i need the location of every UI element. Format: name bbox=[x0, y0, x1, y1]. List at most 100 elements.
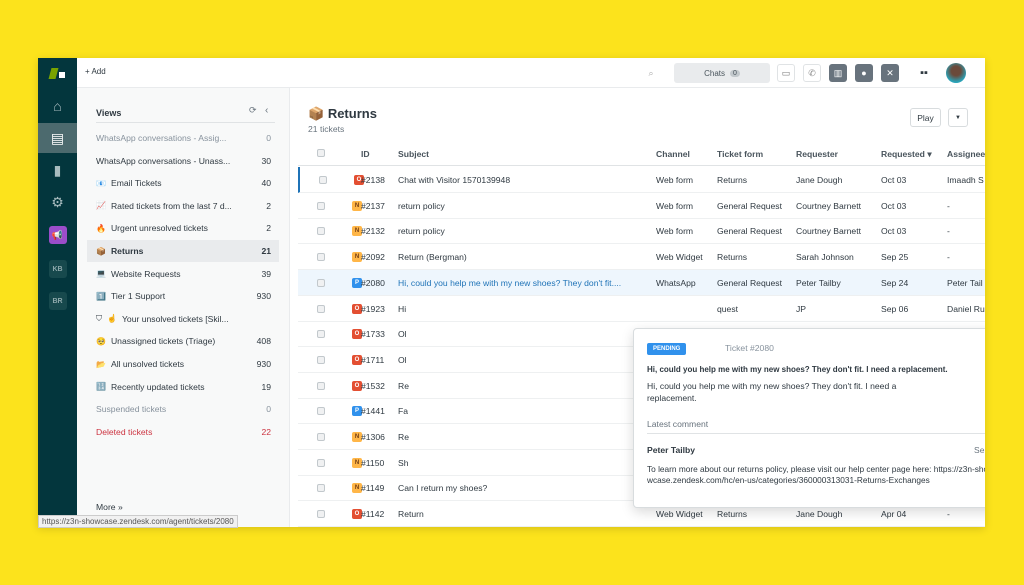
row-checkbox[interactable] bbox=[317, 304, 325, 313]
admin-gear-icon[interactable]: ⚙ bbox=[38, 187, 77, 217]
home-icon[interactable]: ⌂ bbox=[38, 91, 77, 121]
reporting-icon[interactable]: ▮ bbox=[38, 155, 77, 185]
panel-icon[interactable]: ▥ bbox=[829, 64, 847, 82]
view-count: 0 bbox=[266, 404, 271, 415]
view-label: Rated tickets from the last 7 d... bbox=[110, 200, 232, 211]
cell-subject[interactable]: Fa bbox=[398, 406, 408, 416]
view-item[interactable]: Suspended tickets 0 bbox=[87, 398, 279, 420]
row-checkbox[interactable] bbox=[317, 253, 325, 262]
row-checkbox[interactable] bbox=[317, 278, 325, 287]
select-all-checkbox[interactable] bbox=[317, 149, 325, 157]
kb-label: KB bbox=[48, 260, 67, 278]
cell-id: #2138 bbox=[361, 175, 385, 185]
row-checkbox[interactable] bbox=[317, 407, 325, 416]
view-count: 0 bbox=[266, 133, 271, 143]
zendesk-logo[interactable] bbox=[38, 58, 77, 88]
cell-subject[interactable]: Ol bbox=[398, 329, 407, 339]
cell-id: #1733 bbox=[361, 329, 385, 340]
cell-id: #2092 bbox=[361, 252, 385, 263]
cell-subject[interactable]: Chat with Visitor 1570139948 bbox=[398, 175, 510, 185]
column-header[interactable]: Requested ▾ bbox=[881, 149, 932, 160]
close-message-icon[interactable]: ✕ bbox=[881, 64, 899, 82]
views-icon[interactable]: ▤ bbox=[38, 123, 77, 153]
popover-subject: Hi, could you help me with my new shoes?… bbox=[647, 365, 948, 374]
cell-subject[interactable]: Re bbox=[398, 381, 409, 391]
phone-icon[interactable]: ✆ bbox=[803, 64, 821, 82]
cell-date: Oct 03 bbox=[881, 200, 907, 211]
row-checkbox[interactable] bbox=[317, 433, 325, 441]
view-item[interactable]: 🥺 Unassigned tickets (Triage) 408 bbox=[87, 330, 279, 352]
cell-id: #1306 bbox=[361, 432, 385, 442]
cell-subject[interactable]: Return bbox=[398, 509, 424, 519]
avatar[interactable] bbox=[946, 63, 966, 83]
view-item[interactable]: 📂 All unsolved tickets 930 bbox=[87, 353, 279, 375]
view-item[interactable]: 1️⃣ Tier 1 Support 930 bbox=[87, 285, 279, 307]
more-link[interactable]: More » bbox=[96, 502, 123, 512]
views-title: Views bbox=[96, 108, 122, 118]
cell-subject[interactable]: return policy bbox=[398, 226, 445, 236]
view-item[interactable]: Deleted tickets 22 bbox=[87, 421, 279, 443]
row-checkbox[interactable] bbox=[317, 458, 325, 467]
view-item[interactable]: 💻 Website Requests 39 bbox=[87, 263, 279, 285]
view-item[interactable]: 🔢 Recently updated tickets 19 bbox=[87, 376, 279, 398]
row-checkbox[interactable] bbox=[317, 201, 325, 210]
app-window: ⌂ ▤ ▮ ⚙ 📢 KB BR + Add ⌕ Chats 0 ▭ ✆ ▥ ● … bbox=[38, 58, 985, 527]
view-label: Email Tickets bbox=[110, 178, 162, 189]
chats-button[interactable]: Chats 0 bbox=[674, 63, 770, 83]
cell-asg: - bbox=[947, 252, 950, 263]
column-header[interactable]: Assignee bbox=[947, 149, 985, 159]
row-checkbox[interactable] bbox=[317, 330, 325, 339]
br-app-button[interactable]: BR bbox=[38, 286, 77, 316]
whatsapp-icon[interactable]: ● bbox=[855, 64, 873, 82]
row-checkbox[interactable] bbox=[319, 176, 327, 184]
view-count: 22 bbox=[261, 426, 271, 437]
view-item[interactable]: WhatsApp conversations - Assig... 0 bbox=[87, 127, 279, 149]
cell-form: General Request bbox=[717, 226, 782, 237]
view-emoji-icon: 💻 bbox=[96, 269, 106, 279]
chats-label: Chats bbox=[704, 68, 725, 78]
refresh-icon[interactable]: ⟳ bbox=[249, 105, 257, 116]
cell-subject[interactable]: Sh bbox=[398, 458, 409, 468]
search-icon[interactable]: ⌕ bbox=[642, 64, 660, 82]
cell-id: #1142 bbox=[361, 509, 385, 520]
ticket-view: 📦 Returns 21 tickets Play ▼ ID Subject Cha… bbox=[290, 88, 985, 527]
cell-subject[interactable]: Can I return my shoes? bbox=[398, 483, 487, 493]
play-button[interactable]: Play bbox=[910, 108, 941, 127]
cell-subject[interactable]: Ol bbox=[398, 355, 407, 365]
cell-subject[interactable]: Hi, could you help me with my new shoes?… bbox=[398, 278, 621, 288]
cell-subject[interactable]: return policy bbox=[398, 201, 445, 211]
view-item[interactable]: 📈 Rated tickets from the last 7 d... 2 bbox=[87, 195, 279, 217]
column-header[interactable]: Subject bbox=[398, 149, 429, 159]
view-count: 19 bbox=[261, 381, 271, 392]
row-checkbox[interactable] bbox=[317, 484, 325, 493]
view-item[interactable]: 📧 Email Tickets 40 bbox=[87, 172, 279, 194]
view-item[interactable]: WhatsApp conversations - Unass... 30 bbox=[87, 150, 279, 172]
cell-subject[interactable]: Return (Bergman) bbox=[398, 252, 467, 262]
view-emoji-icon: 📂 bbox=[96, 359, 106, 369]
megaphone-icon[interactable]: 📢 bbox=[38, 220, 77, 250]
cell-channel: Web form bbox=[656, 175, 694, 185]
column-header[interactable]: ID bbox=[361, 149, 370, 159]
cell-subject[interactable]: Hi bbox=[398, 304, 406, 314]
options-dropdown-button[interactable]: ▼ bbox=[948, 108, 968, 127]
chat-icon[interactable]: ▭ bbox=[777, 64, 795, 82]
status-badge: PENDING bbox=[647, 343, 687, 355]
column-header[interactable]: Requester bbox=[796, 149, 838, 159]
row-checkbox[interactable] bbox=[317, 355, 325, 364]
row-checkbox[interactable] bbox=[317, 510, 325, 519]
column-header[interactable]: Ticket form bbox=[717, 149, 763, 159]
row-checkbox[interactable] bbox=[317, 381, 325, 390]
column-header[interactable]: Channel bbox=[656, 149, 690, 159]
kb-app-button[interactable]: KB bbox=[38, 254, 77, 284]
cell-id: #2080 bbox=[361, 277, 385, 288]
view-item[interactable]: 🔥 Urgent unresolved tickets 2 bbox=[87, 217, 279, 239]
row-checkbox[interactable] bbox=[317, 227, 325, 236]
view-count: 40 bbox=[261, 178, 271, 189]
collapse-chevron-icon[interactable]: ‹ bbox=[265, 105, 268, 116]
view-item[interactable]: ⛉ ☝ Your unsolved tickets [Skil... bbox=[87, 308, 279, 330]
cell-id: #1711 bbox=[361, 354, 385, 365]
apps-grid-icon[interactable]: ▪▪ bbox=[915, 64, 933, 82]
view-item[interactable]: 📦 Returns 21 bbox=[87, 240, 279, 262]
cell-subject[interactable]: Re bbox=[398, 432, 409, 442]
add-button[interactable]: + Add bbox=[85, 67, 106, 76]
